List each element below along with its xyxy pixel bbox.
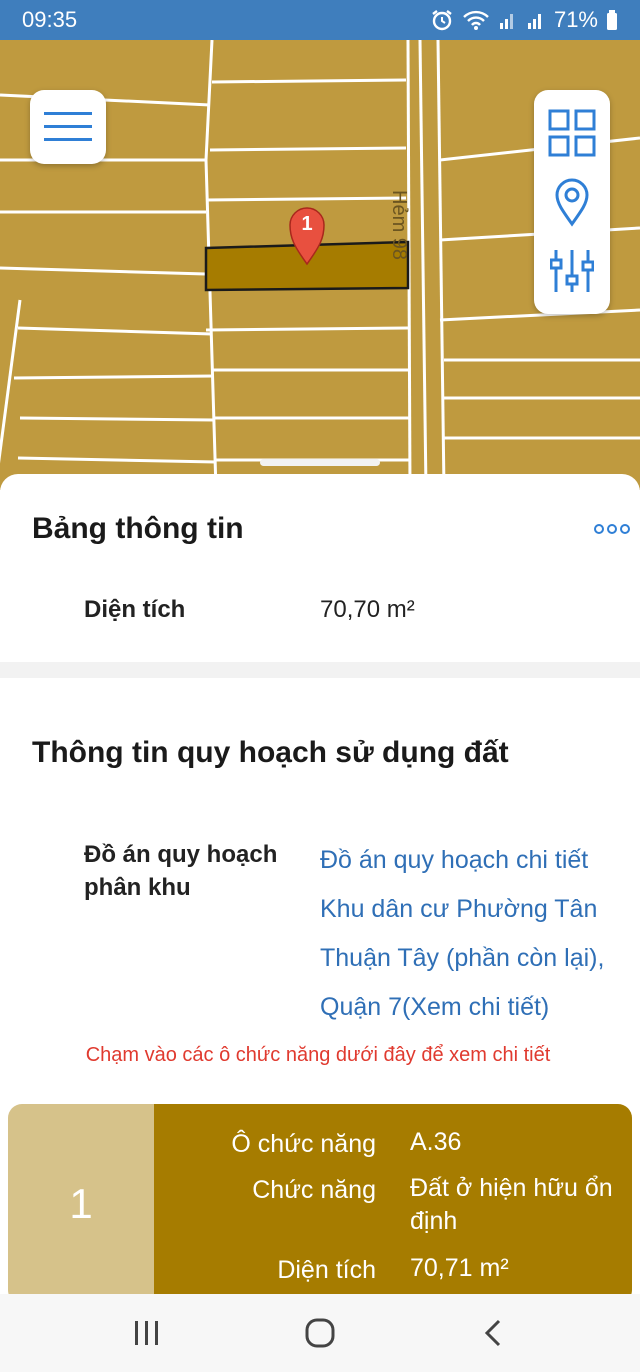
layers-grid-button[interactable] [542, 103, 602, 163]
info-sheet: Bảng thông tin Diện tích 70,70 m² Thông … [0, 474, 640, 1294]
filter-button[interactable] [542, 241, 602, 301]
tap-hint: Chạm vào các ô chức năng dưới đây để xem… [85, 1044, 551, 1066]
status-bar: 09:35 71% [0, 0, 640, 40]
function-card-details: Ô chức năng A.36 Chức năng Đất ở hiện hữ… [154, 1104, 632, 1294]
home-button[interactable] [290, 1303, 350, 1363]
function-card-number: 1 [8, 1104, 154, 1294]
home-icon [305, 1318, 335, 1348]
map-tools-panel [534, 90, 610, 314]
card-row-label: Chức năng [252, 1176, 376, 1204]
card-row-value: Đất ở hiện hữu ổn định [410, 1174, 613, 1235]
recent-apps-button[interactable] [117, 1303, 177, 1363]
battery-percent: 71% [553, 7, 598, 32]
status-icons: 71% [430, 7, 618, 33]
system-nav-bar [0, 1294, 640, 1372]
card-row-label: Diện tích [277, 1256, 376, 1284]
menu-button[interactable] [30, 90, 106, 164]
area-value: 70,70 m² [320, 596, 415, 623]
more-horizontal-icon[interactable] [594, 522, 630, 536]
grid-icon [548, 109, 596, 157]
sheet-drag-handle[interactable] [260, 459, 380, 466]
back-icon [485, 1319, 501, 1347]
battery-icon [607, 10, 617, 30]
area-label: Diện tích [84, 596, 186, 623]
plan-detail-link[interactable]: Đồ án quy hoạch chi tiết Khu dân cư Phườ… [320, 836, 630, 1032]
function-card[interactable]: 1 Ô chức năng A.36 Chức năng Đất ở hiện … [8, 1104, 632, 1294]
card-row-value: 70,71 m² [410, 1254, 509, 1282]
signal-icon-2 [527, 14, 541, 29]
status-time: 09:35 [22, 7, 78, 32]
wifi-icon [463, 10, 489, 30]
planning-section-title: Thông tin quy hoạch sử dụng đất [32, 736, 509, 769]
back-button[interactable] [463, 1303, 523, 1363]
card-row-label: Ô chức năng [231, 1130, 376, 1158]
hamburger-icon [44, 112, 92, 141]
map-view[interactable]: 1 Hẻm 98 [0, 40, 640, 490]
map-marker-label: 1 [301, 213, 312, 235]
card-row-value: A.36 [410, 1128, 462, 1156]
alarm-icon [432, 10, 452, 31]
section-divider [0, 662, 640, 678]
signal-icon-1 [499, 14, 513, 29]
plan-label: Đồ án quy hoạch phân khu [84, 841, 278, 901]
info-panel-title: Bảng thông tin [32, 512, 244, 545]
location-pin-icon [555, 178, 589, 227]
locate-button[interactable] [542, 172, 602, 232]
road-label: Hẻm 98 [388, 190, 410, 261]
sliders-icon [550, 250, 594, 293]
recent-apps-icon [134, 1321, 158, 1345]
